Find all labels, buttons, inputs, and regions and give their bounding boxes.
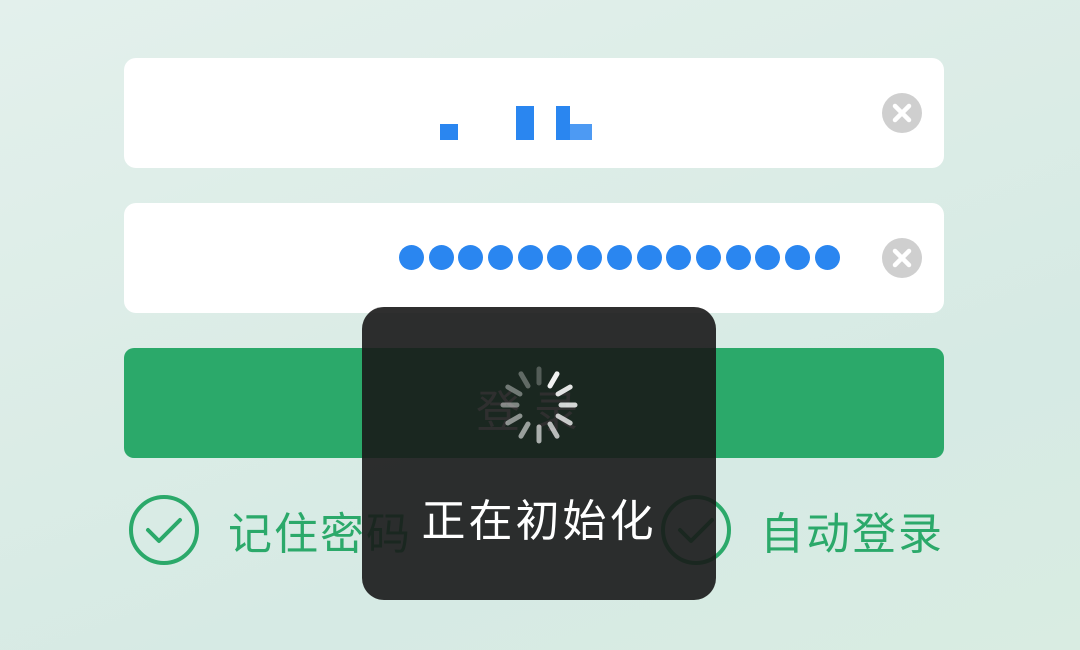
clear-circle-icon bbox=[892, 103, 912, 123]
password-dot bbox=[695, 245, 721, 270]
password-dot bbox=[666, 245, 692, 270]
password-field[interactable] bbox=[124, 203, 944, 313]
password-dot bbox=[547, 245, 573, 270]
username-masked-fragment bbox=[570, 124, 592, 140]
check-circle-icon bbox=[128, 494, 200, 566]
clear-circle-icon bbox=[892, 248, 912, 268]
password-dot bbox=[636, 245, 662, 270]
password-masked-value bbox=[399, 245, 840, 271]
password-dot bbox=[428, 245, 454, 270]
password-dot bbox=[517, 245, 543, 270]
spinner-tick bbox=[505, 384, 523, 397]
clear-password-button[interactable] bbox=[882, 238, 922, 278]
auto-login-label: 自动登录 bbox=[760, 509, 944, 560]
spinner-tick bbox=[518, 421, 531, 439]
password-dot bbox=[577, 245, 603, 270]
loading-toast-text: 正在初始化 bbox=[421, 496, 657, 547]
username-masked-fragment bbox=[556, 106, 570, 140]
username-masked-fragment bbox=[440, 124, 458, 140]
username-field[interactable] bbox=[124, 58, 944, 168]
spinner-tick bbox=[547, 371, 560, 389]
password-dot bbox=[725, 245, 751, 270]
password-dot bbox=[784, 245, 810, 270]
spinner-tick bbox=[555, 413, 573, 426]
password-dot bbox=[488, 245, 514, 270]
password-dot bbox=[606, 245, 632, 270]
password-dot bbox=[814, 245, 840, 270]
spinner-tick bbox=[505, 413, 523, 426]
username-masked-fragment bbox=[516, 106, 534, 140]
spinner-tick bbox=[547, 421, 560, 439]
password-dot bbox=[399, 245, 424, 270]
spinner-icon bbox=[500, 366, 578, 444]
password-dot bbox=[755, 245, 781, 270]
spinner-tick bbox=[518, 371, 531, 389]
loading-toast: 正在初始化 bbox=[362, 307, 716, 600]
clear-username-button[interactable] bbox=[882, 93, 922, 133]
spinner-tick bbox=[555, 384, 573, 397]
password-dot bbox=[458, 245, 484, 270]
